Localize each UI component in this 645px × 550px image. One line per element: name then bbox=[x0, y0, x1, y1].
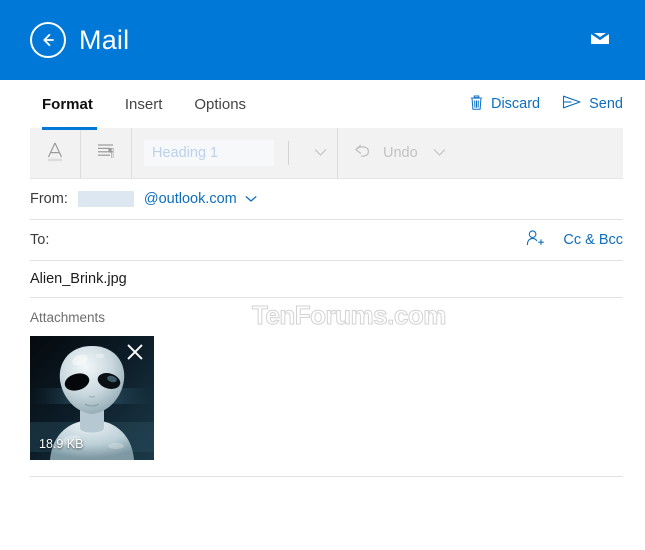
style-group: Heading 1 bbox=[132, 128, 338, 178]
send-button[interactable]: Send bbox=[562, 94, 623, 114]
style-selector-value: Heading 1 bbox=[152, 145, 219, 161]
chevron-down-icon bbox=[314, 144, 327, 162]
tab-list: Format Insert Options bbox=[30, 80, 262, 130]
back-arrow-circle-icon bbox=[39, 31, 57, 49]
format-ribbon: ¶ Heading 1 Undo bbox=[30, 128, 623, 179]
to-label: To: bbox=[30, 232, 50, 248]
remove-attachment-button[interactable] bbox=[122, 341, 148, 367]
envelope-button[interactable] bbox=[585, 25, 615, 55]
svg-text:¶: ¶ bbox=[108, 144, 114, 159]
undo-arrow-icon bbox=[352, 141, 374, 166]
trash-icon bbox=[469, 94, 484, 115]
command-bar: Format Insert Options Discard Send bbox=[0, 80, 645, 130]
font-button[interactable] bbox=[30, 128, 81, 178]
style-selector[interactable]: Heading 1 bbox=[144, 140, 274, 166]
tab-format[interactable]: Format bbox=[30, 80, 109, 130]
tab-insert[interactable]: Insert bbox=[109, 80, 179, 128]
paragraph-pilcrow-icon: ¶ bbox=[94, 139, 118, 168]
discard-label: Discard bbox=[490, 96, 541, 112]
chevron-down-icon bbox=[245, 191, 257, 207]
chevron-down-icon bbox=[433, 144, 446, 162]
from-row: From: @outlook.com bbox=[30, 179, 623, 220]
paragraph-button[interactable]: ¶ bbox=[81, 128, 132, 178]
tab-insert-label: Insert bbox=[124, 95, 163, 113]
command-bar-actions: Discard Send bbox=[469, 80, 623, 128]
person-add-icon bbox=[525, 229, 545, 251]
from-label: From: bbox=[30, 191, 68, 207]
tab-format-label: Format bbox=[42, 95, 93, 113]
undo-button[interactable]: Undo bbox=[338, 128, 453, 178]
subject-input[interactable]: Alien_Brink.jpg bbox=[30, 271, 127, 287]
from-account-dropdown[interactable] bbox=[245, 191, 257, 207]
envelope-icon bbox=[590, 30, 610, 50]
attachment-item[interactable]: 18.9 KB bbox=[30, 336, 154, 460]
app-title: Mail bbox=[79, 24, 130, 55]
send-label: Send bbox=[589, 96, 623, 112]
subject-row[interactable]: Alien_Brink.jpg bbox=[30, 261, 623, 298]
body-divider bbox=[30, 476, 623, 477]
to-row-actions: Cc & Bcc bbox=[525, 229, 623, 251]
close-x-icon bbox=[125, 342, 145, 367]
send-paper-plane-icon bbox=[562, 94, 582, 114]
undo-label: Undo bbox=[383, 145, 418, 161]
undo-dropdown-button[interactable] bbox=[427, 144, 453, 162]
tab-options-label: Options bbox=[194, 95, 247, 113]
from-domain: @outlook.com bbox=[143, 191, 237, 207]
title-bar: Mail bbox=[0, 0, 645, 80]
back-button[interactable] bbox=[30, 22, 66, 58]
ribbon-separator bbox=[288, 141, 289, 165]
tab-options[interactable]: Options bbox=[178, 80, 262, 128]
attachments-section-label: Attachments bbox=[30, 310, 106, 325]
attachments-list: 18.9 KB bbox=[30, 336, 615, 460]
from-address-redacted bbox=[77, 191, 134, 207]
attachment-size-label: 18.9 KB bbox=[39, 437, 84, 451]
style-dropdown-button[interactable] bbox=[303, 144, 337, 162]
compose-fields: From: @outlook.com To: Cc & Bcc Alien_Br… bbox=[30, 179, 623, 298]
to-row[interactable]: To: Cc & Bcc bbox=[30, 220, 623, 261]
discard-button[interactable]: Discard bbox=[469, 94, 540, 115]
font-a-underline-icon bbox=[43, 138, 67, 169]
add-contact-button[interactable] bbox=[525, 229, 545, 251]
cc-bcc-button[interactable]: Cc & Bcc bbox=[563, 232, 623, 248]
command-bar-spacer bbox=[262, 80, 469, 128]
